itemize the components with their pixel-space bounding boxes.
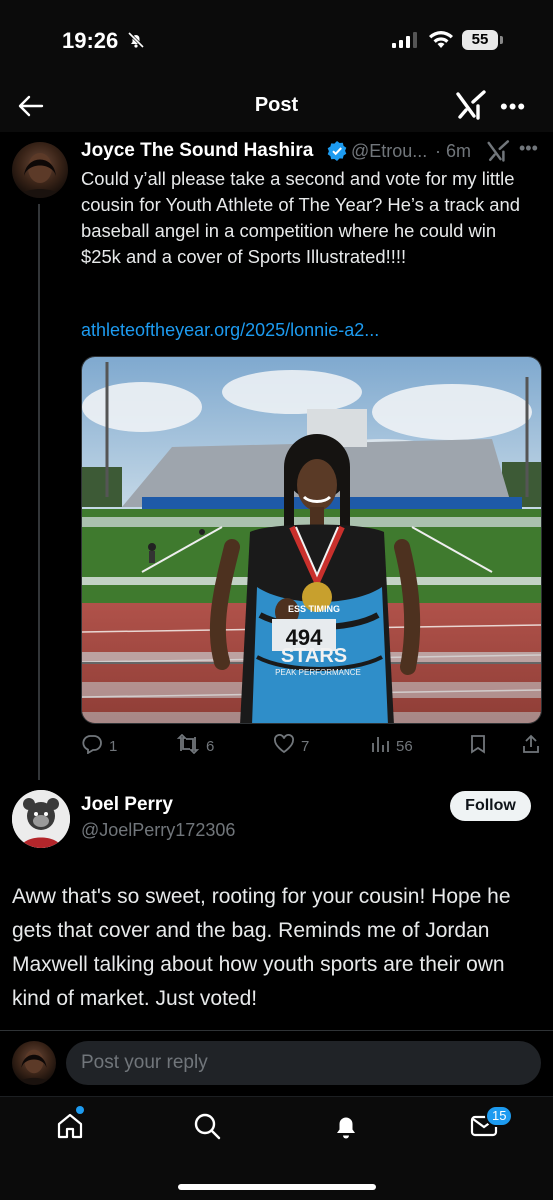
repost-count: 6 — [206, 737, 215, 755]
grok-icon[interactable] — [456, 90, 488, 125]
search-icon[interactable] — [193, 1112, 221, 1145]
tweet-actions: 1 6 7 56 — [81, 733, 543, 758]
thread-line — [38, 204, 40, 780]
views-count: 56 — [396, 737, 413, 755]
reply-author-avatar[interactable] — [12, 790, 70, 848]
bell-icon[interactable] — [332, 1112, 360, 1145]
views-button[interactable]: 56 — [370, 734, 413, 758]
share-button[interactable] — [521, 734, 541, 758]
status-bar: 19:26 55 — [0, 0, 553, 80]
bookmark-button[interactable] — [469, 734, 487, 758]
reply-author-handle[interactable]: @JoelPerry172306 — [81, 820, 235, 841]
messages-badge: 15 — [485, 1105, 514, 1127]
verified-badge-icon — [327, 141, 347, 166]
grok-icon[interactable] — [487, 140, 511, 167]
more-icon[interactable]: ••• — [500, 94, 526, 120]
current-user-avatar — [12, 1041, 56, 1085]
home-indicator — [178, 1184, 376, 1190]
views-icon — [370, 734, 390, 758]
jersey-subtext: PEAK PERFORMANCE — [275, 668, 361, 677]
home-icon[interactable] — [56, 1112, 84, 1145]
reply-text: Aww that's so sweet, rooting for your co… — [12, 885, 511, 1010]
reply-button[interactable]: 1 — [81, 734, 117, 758]
cellular-signal-icon — [392, 32, 420, 53]
timing-label: ESS TIMING — [288, 604, 340, 614]
reply-count: 1 — [109, 737, 118, 755]
jersey-text: STARS — [281, 645, 347, 667]
tweet-photo[interactable]: 494 ESS TIMING STARS PEAK PERFORMANCE — [81, 356, 542, 724]
reply-author-name[interactable]: Joel Perry — [81, 794, 173, 816]
tweet-header: Joyce The Sound Hashira @Etrou... · 6m •… — [81, 138, 541, 167]
author-name[interactable]: Joyce The Sound Hashira — [81, 140, 313, 162]
status-time: 19:26 — [62, 28, 119, 53]
repost-icon — [176, 733, 200, 758]
bookmark-icon — [469, 734, 487, 758]
wifi-icon — [428, 30, 454, 54]
separator: · — [435, 141, 441, 161]
author-handle[interactable]: @Etrou... — [351, 141, 427, 162]
more-icon[interactable]: ••• — [519, 138, 538, 159]
bell-muted-icon — [127, 31, 145, 54]
like-count: 7 — [301, 737, 310, 755]
like-button[interactable]: 7 — [273, 734, 309, 758]
home-notification-dot — [76, 1106, 84, 1114]
tweet-text: Could y’all please take a second and vot… — [81, 168, 520, 267]
author-avatar[interactable] — [12, 142, 68, 198]
reply-input[interactable] — [66, 1041, 541, 1085]
tweet-link[interactable]: athleteoftheyear.org/2025/lonnie-a2... — [81, 320, 379, 341]
tweet-timestamp[interactable]: 6m — [446, 141, 471, 162]
battery-tip — [500, 36, 503, 44]
follow-button[interactable]: Follow — [450, 791, 531, 821]
reply-icon — [81, 734, 103, 758]
top-header: Post ••• — [0, 80, 553, 132]
heart-icon — [273, 734, 295, 758]
share-icon — [521, 734, 541, 758]
repost-button[interactable]: 6 — [176, 733, 215, 758]
battery-level: 55 — [462, 30, 498, 50]
divider — [0, 1030, 553, 1031]
